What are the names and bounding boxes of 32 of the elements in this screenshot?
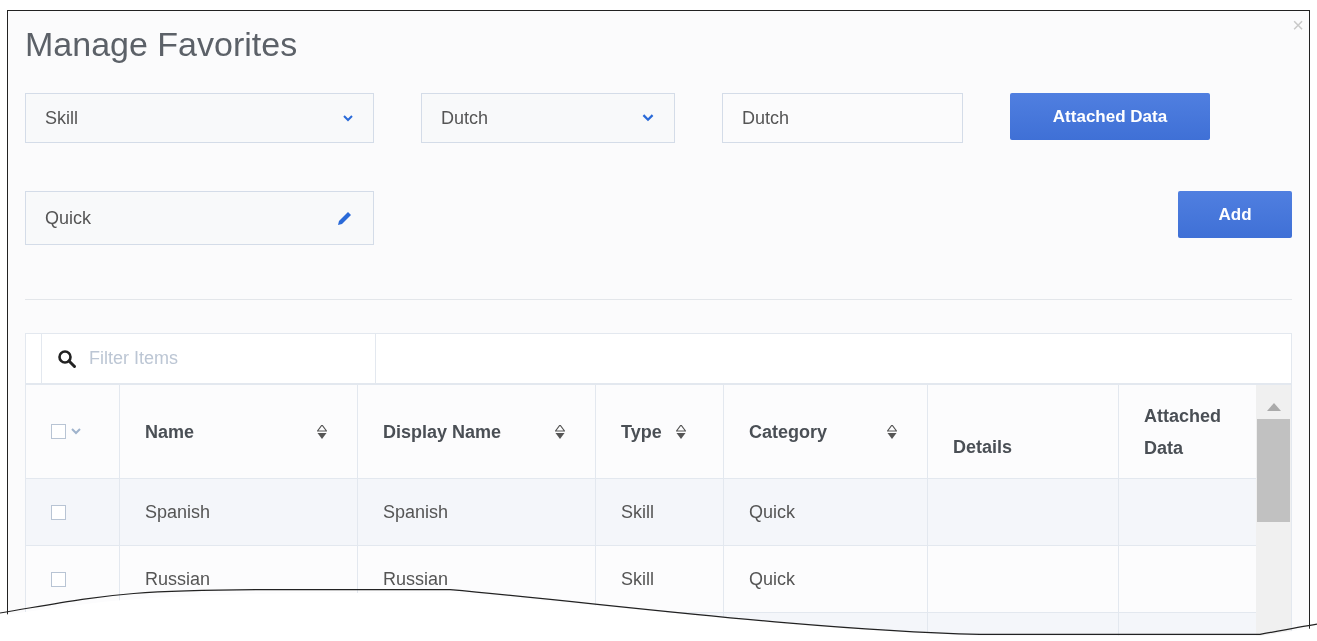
- type-dropdown[interactable]: Skill: [25, 93, 374, 143]
- row-checkbox[interactable]: [51, 571, 66, 587]
- dialog-title: Manage Favorites: [25, 25, 298, 64]
- row-checkbox[interactable]: [51, 504, 66, 520]
- column-header[interactable]: Details: [953, 431, 1013, 463]
- caret-icon: [343, 114, 353, 122]
- attached-data-button[interactable]: Attached Data: [1010, 93, 1210, 140]
- add-button[interactable]: Add: [1178, 191, 1292, 238]
- table-cell: Quick: [749, 501, 795, 523]
- table-cell: Spanish: [145, 501, 211, 523]
- caret-icon: [642, 114, 654, 122]
- column-header[interactable]: Type: [621, 415, 662, 448]
- table-cell: Spanish: [383, 501, 449, 523]
- item-dropdown[interactable]: Dutch: [421, 93, 675, 143]
- table-cell: Quick: [749, 568, 795, 590]
- category-field[interactable]: Quick: [25, 191, 374, 245]
- pencil-icon: [337, 210, 353, 226]
- filter-field[interactable]: Filter Items: [87, 347, 361, 370]
- column-header[interactable]: Category: [749, 415, 828, 448]
- table-cell: Skill: [621, 568, 654, 590]
- table-cell: Russian: [383, 568, 449, 590]
- table-cell: Skill: [621, 501, 654, 523]
- scroll-up-icon: [1266, 403, 1281, 411]
- column-header[interactable]: Display Name: [383, 415, 502, 448]
- select-all-checkbox[interactable]: [51, 424, 66, 439]
- column-header[interactable]: Attached Data: [1144, 399, 1246, 464]
- caret-icon: [71, 428, 81, 435]
- table-cell: Russian: [145, 568, 211, 590]
- column-header[interactable]: Name: [145, 415, 195, 448]
- scrollbar-thumb[interactable]: [1257, 419, 1290, 522]
- search-icon: [57, 348, 77, 369]
- display-name-field[interactable]: Dutch: [722, 93, 963, 143]
